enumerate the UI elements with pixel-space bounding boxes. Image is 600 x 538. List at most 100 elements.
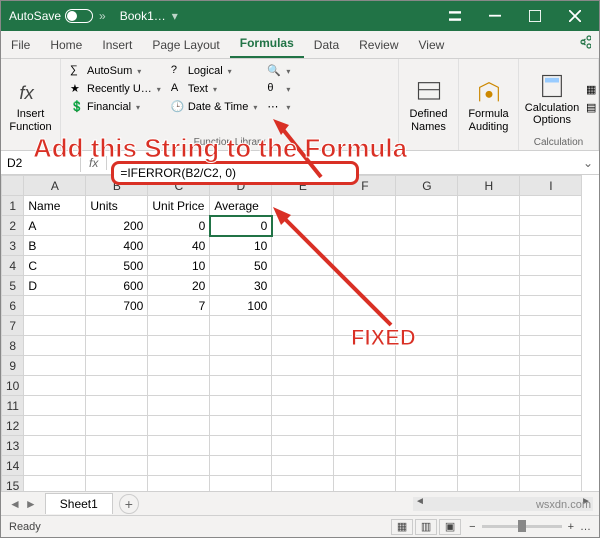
cell[interactable] [272,316,334,336]
cell[interactable] [458,316,520,336]
cell[interactable]: Units [86,196,148,216]
cell[interactable]: 40 [148,236,210,256]
cell[interactable] [272,376,334,396]
cell[interactable] [458,356,520,376]
cell[interactable] [272,256,334,276]
cell[interactable] [86,456,148,476]
select-all-corner[interactable] [2,176,24,196]
cell[interactable] [520,216,582,236]
cell[interactable] [396,296,458,316]
col-header-G[interactable]: G [396,176,458,196]
tab-data[interactable]: Data [304,32,349,58]
cell[interactable] [210,416,272,436]
cell[interactable] [86,396,148,416]
cell[interactable] [334,216,396,236]
financial-button[interactable]: 💲Financial▾ [67,99,164,115]
cell[interactable] [458,236,520,256]
sheet-nav[interactable]: ◄► [1,497,45,511]
cell[interactable] [520,296,582,316]
cell[interactable]: 600 [86,276,148,296]
cell[interactable] [272,196,334,216]
col-header-H[interactable]: H [458,176,520,196]
tab-formulas[interactable]: Formulas [230,30,304,58]
minimize-button[interactable] [475,1,515,31]
next-sheet-icon[interactable]: ► [25,497,37,511]
cell[interactable] [334,376,396,396]
cell[interactable]: 50 [210,256,272,276]
tab-file[interactable]: File [1,32,40,58]
sheet-tab[interactable]: Sheet1 [45,493,113,514]
cell[interactable]: Unit Price [148,196,210,216]
row-header[interactable]: 7 [2,316,24,336]
row-header[interactable]: 9 [2,356,24,376]
logical-button[interactable]: ?Logical▾ [168,63,261,79]
zoom-slider[interactable] [482,525,562,528]
lookup-button[interactable]: 🔍▾ [264,63,293,79]
cell[interactable]: B [24,236,86,256]
row-header[interactable]: 8 [2,336,24,356]
cell[interactable] [520,356,582,376]
zoom-level[interactable]: … [580,521,591,533]
cell[interactable] [396,436,458,456]
insert-function-button[interactable]: fx Insert Function [7,63,54,148]
cell[interactable] [396,416,458,436]
cell[interactable] [24,396,86,416]
ribbon-display-button[interactable] [435,1,475,31]
cell[interactable]: Average [210,196,272,216]
cell[interactable] [396,236,458,256]
page-layout-view-button[interactable]: ▥ [415,519,437,535]
cell[interactable]: 700 [86,296,148,316]
cell[interactable] [458,376,520,396]
tab-insert[interactable]: Insert [92,32,142,58]
page-break-view-button[interactable]: ▣ [439,519,461,535]
cell[interactable] [520,316,582,336]
tab-page-layout[interactable]: Page Layout [142,32,229,58]
name-box[interactable]: D2 [1,154,81,172]
zoom-out-button[interactable]: − [469,521,475,533]
row-header[interactable]: 13 [2,436,24,456]
cell[interactable] [148,336,210,356]
cell[interactable] [148,356,210,376]
cell[interactable] [272,356,334,376]
cell[interactable] [396,216,458,236]
cell[interactable] [520,416,582,436]
cell[interactable] [458,196,520,216]
cell[interactable]: 30 [210,276,272,296]
cell[interactable] [334,236,396,256]
cell[interactable] [458,436,520,456]
cell[interactable] [272,296,334,316]
cell[interactable]: 200 [86,216,148,236]
cell[interactable] [148,456,210,476]
cell[interactable]: 10 [210,236,272,256]
cell[interactable] [334,296,396,316]
cell[interactable] [396,256,458,276]
cell[interactable]: 0 [148,216,210,236]
cell[interactable] [148,316,210,336]
normal-view-button[interactable]: ▦ [391,519,413,535]
cell[interactable] [210,456,272,476]
cell[interactable] [396,276,458,296]
cell[interactable] [520,436,582,456]
recently-used-button[interactable]: ★Recently U…▾ [67,81,164,97]
cell[interactable] [520,376,582,396]
tab-view[interactable]: View [409,32,455,58]
cell[interactable] [458,296,520,316]
cell[interactable] [272,456,334,476]
row-header[interactable]: 1 [2,196,24,216]
share-button[interactable] [569,29,599,58]
cell[interactable]: 100 [210,296,272,316]
cell[interactable]: A [24,216,86,236]
row-header[interactable]: 11 [2,396,24,416]
cell[interactable] [458,216,520,236]
more-functions-button[interactable]: ⋯▾ [264,99,293,115]
cell[interactable] [24,376,86,396]
cell[interactable] [272,436,334,456]
row-header[interactable]: 12 [2,416,24,436]
cell[interactable] [148,376,210,396]
add-sheet-button[interactable]: + [119,494,139,514]
cell[interactable] [334,436,396,456]
cell[interactable] [272,276,334,296]
cell[interactable] [148,436,210,456]
calc-sheet-button[interactable]: ▤ [583,100,600,116]
cell[interactable] [520,396,582,416]
